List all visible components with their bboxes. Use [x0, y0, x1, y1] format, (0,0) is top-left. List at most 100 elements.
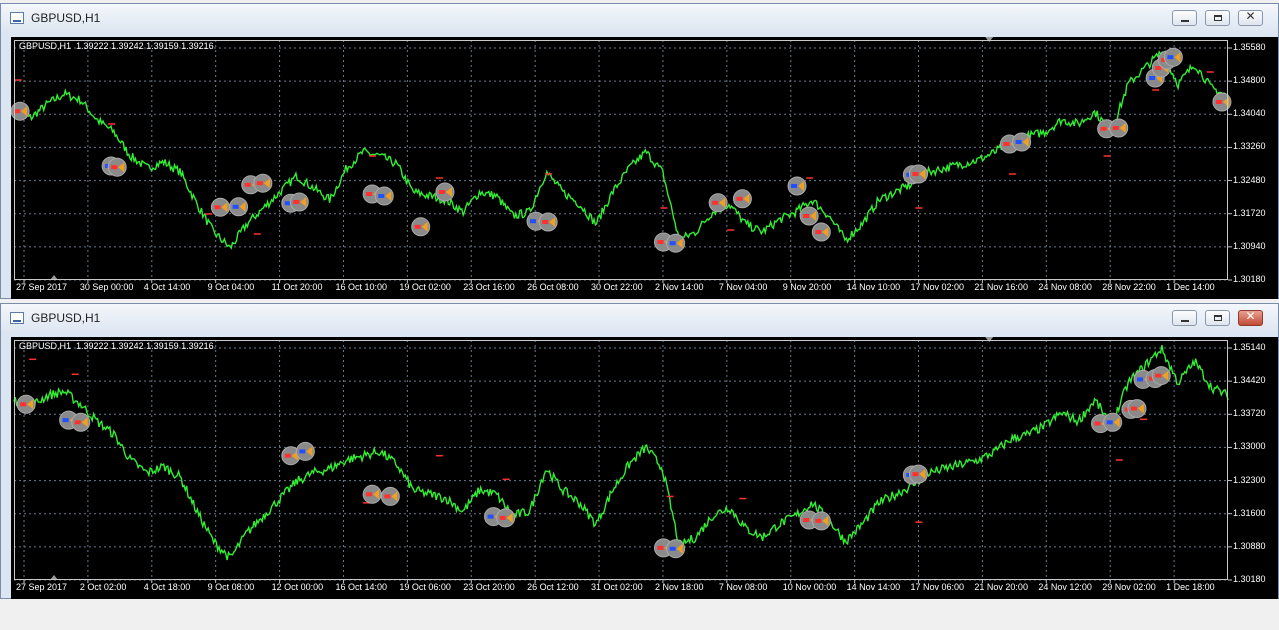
maximize-button[interactable] — [1205, 310, 1230, 326]
sell-arrow-icon — [14, 109, 21, 114]
trade-marker — [811, 511, 831, 531]
trade-marker — [1212, 92, 1232, 112]
buy-arrow-icon — [669, 241, 676, 246]
chart-plot[interactable] — [11, 37, 1278, 299]
buy-arrow-icon — [669, 546, 676, 551]
buy-arrow-icon — [1015, 140, 1022, 144]
time-axis-label: 19 Oct 02:00 — [399, 282, 451, 292]
time-axis-label: 30 Sep 00:00 — [79, 282, 134, 292]
time-axis-label: 30 Oct 22:00 — [591, 282, 643, 292]
sell-arrow-icon — [214, 205, 221, 210]
window-title: GBPUSD,H1 — [31, 11, 101, 25]
time-axis-label: 16 Oct 14:00 — [335, 582, 388, 592]
trade-marker — [16, 394, 36, 414]
sell-arrow-icon — [256, 181, 263, 186]
close-button[interactable]: ✕ — [1238, 9, 1263, 26]
time-axis-label: 19 Oct 06:00 — [399, 582, 451, 592]
price-axis-label: 1.31600 — [1233, 507, 1266, 518]
sell-arrow-icon — [803, 214, 810, 218]
sell-arrow-icon — [542, 220, 549, 224]
chart-plot[interactable] — [11, 337, 1278, 599]
minimize-icon — [1181, 20, 1189, 22]
sell-arrow-icon — [384, 494, 391, 499]
trade-marker — [107, 157, 127, 177]
trade-marker — [11, 101, 30, 121]
time-axis-label: 9 Oct 04:00 — [207, 282, 255, 292]
time-axis-label: 26 Oct 08:00 — [527, 282, 579, 292]
buy-arrow-icon — [62, 418, 69, 423]
sell-arrow-icon — [366, 492, 373, 497]
trade-marker — [210, 197, 230, 217]
close-button[interactable]: ✕ — [1238, 309, 1263, 326]
price-axis-label: 1.30180 — [1233, 574, 1266, 584]
sell-arrow-icon — [438, 190, 445, 194]
chart-window-2[interactable]: GBPUSD,H1 ✕ GBPUSD,H1 1.39222 1.39242 1.… — [0, 303, 1279, 599]
sell-arrow-icon — [1112, 126, 1119, 130]
trade-marker — [496, 508, 516, 528]
sell-arrow-icon — [736, 196, 743, 201]
minimize-button[interactable] — [1172, 10, 1197, 26]
chart-window-icon — [10, 12, 24, 24]
trade-marker — [1163, 47, 1183, 67]
trade-marker — [908, 464, 928, 484]
time-axis-label: 24 Nov 08:00 — [1038, 282, 1092, 292]
sell-arrow-icon — [499, 515, 506, 520]
time-axis-label: 21 Nov 20:00 — [974, 582, 1028, 592]
time-axis-label: 11 Oct 20:00 — [271, 282, 323, 292]
time-axis-label: 7 Nov 08:00 — [718, 582, 768, 592]
time-axis-label: 27 Sep 2017 — [16, 282, 68, 292]
maximize-icon — [1214, 15, 1222, 21]
minimize-button[interactable] — [1172, 310, 1197, 326]
maximize-button[interactable] — [1205, 10, 1230, 26]
time-axis-label: 12 Oct 00:00 — [271, 582, 324, 592]
chart-window-1[interactable]: GBPUSD,H1 ✕ GBPUSD,H1 1.39222 1.39242 1.… — [0, 3, 1279, 299]
buy-arrow-icon — [1149, 76, 1156, 80]
price-axis-label: 1.33720 — [1233, 408, 1266, 419]
time-axis-label: 2 Oct 02:00 — [79, 582, 127, 592]
buy-arrow-icon — [232, 204, 239, 209]
maximize-icon — [1214, 315, 1222, 321]
sell-arrow-icon — [815, 518, 822, 523]
time-axis-label: 14 Nov 14:00 — [846, 582, 901, 592]
chart-shift-marker — [985, 37, 994, 42]
time-axis-label: 2 Nov 14:00 — [654, 282, 704, 292]
trade-marker — [1127, 399, 1147, 419]
buy-arrow-icon — [378, 194, 385, 198]
time-axis-label: 27 Sep 2017 — [16, 582, 68, 592]
trade-marker — [1103, 412, 1123, 432]
price-axis-label: 1.32300 — [1233, 474, 1266, 485]
sell-arrow-icon — [74, 420, 81, 425]
time-axis-label: 4 Oct 18:00 — [143, 582, 191, 592]
time-axis-label: 17 Nov 02:00 — [910, 282, 965, 292]
sell-arrow-icon — [111, 165, 118, 170]
title-bar[interactable]: GBPUSD,H1 ✕ — [1, 4, 1278, 32]
window-title: GBPUSD,H1 — [31, 311, 101, 325]
sell-arrow-icon — [293, 200, 300, 204]
chart-window-icon — [10, 312, 24, 324]
price-axis-label: 1.34420 — [1233, 375, 1266, 386]
time-axis-label: 14 Nov 10:00 — [846, 282, 901, 292]
sell-arrow-icon — [1094, 421, 1101, 426]
time-axis-label: 21 Nov 16:00 — [974, 282, 1028, 292]
time-axis-label: 29 Nov 02:00 — [1102, 582, 1156, 592]
chart-area[interactable]: GBPUSD,H1 1.39222 1.39242 1.39159 1.3921… — [11, 337, 1278, 599]
scroll-marker — [50, 275, 58, 280]
buy-arrow-icon — [1106, 420, 1113, 425]
trade-marker — [666, 233, 686, 253]
price-axis-label: 1.34040 — [1233, 108, 1266, 119]
title-bar[interactable]: GBPUSD,H1 ✕ — [1, 304, 1278, 332]
trade-marker — [1151, 366, 1171, 386]
minimize-icon — [1181, 320, 1189, 322]
time-axis-label: 2 Nov 18:00 — [654, 582, 704, 592]
time-axis-label: 4 Oct 14:00 — [143, 282, 191, 292]
time-axis-label: 17 Nov 06:00 — [910, 582, 965, 592]
trade-marker — [435, 182, 455, 202]
sell-arrow-icon — [414, 224, 421, 229]
trade-marker — [787, 176, 807, 196]
time-axis-label: 28 Nov 22:00 — [1102, 282, 1156, 292]
buy-arrow-icon — [299, 449, 306, 454]
price-axis-label: 1.35140 — [1233, 342, 1266, 352]
chart-area[interactable]: GBPUSD,H1 1.39222 1.39242 1.39159 1.3921… — [11, 37, 1278, 299]
sell-arrow-icon — [912, 472, 919, 477]
price-axis-label: 1.31720 — [1233, 207, 1266, 218]
